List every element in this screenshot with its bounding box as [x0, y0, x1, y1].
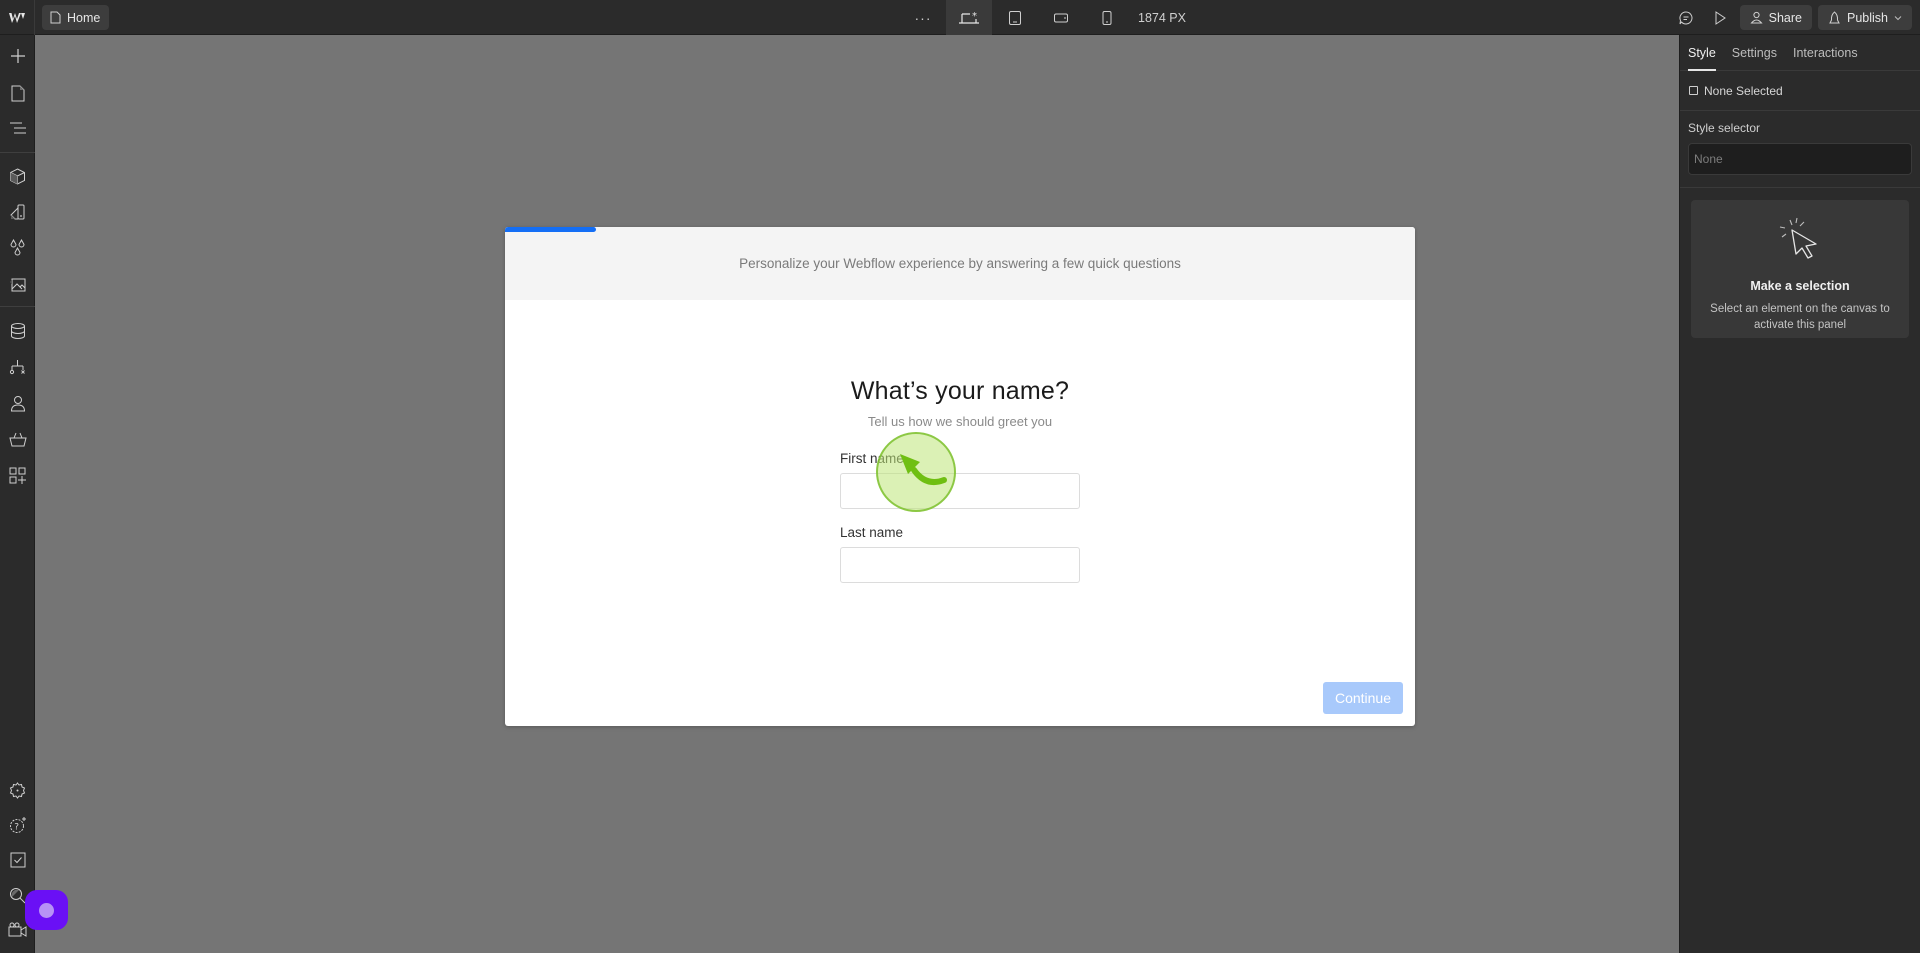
sidebar-divider — [0, 152, 35, 153]
left-sidebar: ? — [0, 35, 35, 953]
sidebar-item-help[interactable]: ? — [0, 810, 35, 840]
sidebar-item-ecommerce[interactable] — [0, 424, 35, 454]
sidebar-divider — [0, 306, 35, 307]
plus-icon — [10, 49, 25, 63]
chevron-down-icon — [1894, 15, 1902, 20]
last-name-label: Last name — [840, 525, 904, 540]
more-options-button[interactable]: ··· — [900, 0, 946, 35]
cursor-click-icon — [1779, 217, 1817, 259]
empty-selection-card: Make a selection Select an element on th… — [1691, 200, 1909, 338]
user-icon — [1750, 11, 1763, 24]
sidebar-item-navigator[interactable] — [0, 113, 35, 143]
click-indicator — [876, 432, 956, 512]
mobile-portrait-icon — [1102, 10, 1112, 25]
search-icon — [10, 887, 26, 903]
last-name-input[interactable] — [840, 547, 1080, 583]
sidebar-item-add[interactable] — [0, 41, 35, 71]
selection-label: None Selected — [1704, 83, 1783, 98]
element-icon — [1689, 86, 1698, 95]
preview-button[interactable] — [1706, 4, 1734, 32]
tablet-icon — [1009, 10, 1021, 25]
share-button[interactable]: Share — [1739, 5, 1812, 30]
navigator-icon — [9, 122, 26, 134]
continue-button[interactable]: Continue — [1322, 682, 1403, 714]
style-selector-input[interactable]: None — [1688, 143, 1912, 175]
onboarding-progress-bar — [505, 227, 1415, 232]
sidebar-item-variables[interactable] — [0, 197, 35, 227]
logic-flow-icon — [9, 359, 25, 374]
sidebar-item-pages[interactable] — [0, 78, 35, 108]
topbar-actions: Share Publish — [1672, 0, 1920, 35]
right-panel: Style Settings Interactions None Selecte… — [1679, 35, 1920, 953]
breakpoint-mobile-portrait-button[interactable] — [1084, 0, 1130, 35]
selection-indicator: None Selected — [1680, 71, 1920, 111]
onboarding-modal: Personalize your Webflow experience by a… — [505, 227, 1415, 726]
webflow-logo-icon — [9, 12, 25, 23]
sidebar-item-apps[interactable] — [0, 460, 35, 490]
modal-header-text: Personalize your Webflow experience by a… — [739, 256, 1181, 271]
apps-icon — [9, 467, 26, 484]
curved-arrow-icon — [900, 454, 947, 485]
publish-button[interactable]: Publish — [1818, 5, 1912, 30]
sidebar-item-style-manager[interactable] — [0, 233, 35, 263]
mobile-landscape-icon — [1054, 13, 1068, 22]
database-icon — [10, 323, 25, 339]
page-icon — [11, 85, 24, 101]
question-title: What’s your name? — [850, 377, 1070, 405]
webflow-logo-button[interactable] — [0, 0, 35, 35]
assistant-dot-icon — [39, 902, 54, 918]
onboarding-progress-fill — [505, 227, 596, 232]
breakpoint-mobile-landscape-button[interactable] — [1038, 0, 1084, 35]
rocket-icon — [1829, 10, 1840, 23]
sidebar-item-audits[interactable] — [0, 845, 35, 875]
cube-icon — [10, 167, 25, 185]
panel-tabs: Style Settings Interactions — [1680, 35, 1920, 71]
breakpoint-toolbar: ··· * 1874 PX — [900, 0, 1186, 35]
sidebar-item-cms[interactable] — [0, 316, 35, 346]
help-icon: ? — [9, 817, 26, 833]
svg-text:*: * — [972, 11, 977, 22]
breakpoint-desktop-button[interactable]: * — [946, 0, 992, 35]
style-selector-label: Style selector — [1688, 121, 1761, 135]
page-selector-button[interactable]: Home — [42, 5, 110, 30]
assistant-button[interactable] — [25, 890, 68, 930]
sidebar-item-assets[interactable] — [0, 269, 35, 299]
drops-icon — [10, 239, 25, 256]
more-icon: ··· — [914, 9, 932, 26]
modal-header: Personalize your Webflow experience by a… — [505, 227, 1415, 300]
canvas-width-readout: 1874 PX — [1138, 10, 1186, 25]
sidebar-item-logic[interactable] — [0, 352, 35, 382]
checkbox-icon — [10, 852, 25, 868]
question-subtitle: Tell us how we should greet you — [867, 414, 1053, 429]
gear-icon — [9, 781, 26, 799]
style-selector-section: Style selector None — [1680, 111, 1920, 188]
sidebar-item-users[interactable] — [0, 388, 35, 418]
share-label: Share — [1768, 10, 1802, 25]
publish-label: Publish — [1847, 10, 1888, 25]
play-icon — [1715, 10, 1726, 25]
users-icon — [10, 395, 25, 411]
empty-selection-text: Select an element on the canvas to activ… — [1710, 303, 1890, 331]
basket-icon — [8, 432, 27, 446]
sidebar-item-settings[interactable] — [0, 775, 35, 805]
empty-selection-title: Make a selection — [1750, 279, 1850, 293]
comment-icon — [1679, 10, 1693, 24]
tab-style[interactable]: Style — [1688, 35, 1716, 71]
breakpoint-tablet-button[interactable] — [992, 0, 1038, 35]
video-camera-icon — [8, 922, 27, 937]
page-selector-label: Home — [67, 10, 101, 25]
swatch-icon — [10, 204, 25, 219]
image-icon — [9, 278, 25, 291]
tab-interactions[interactable]: Interactions — [1793, 35, 1858, 71]
comments-button[interactable] — [1672, 4, 1700, 32]
desktop-star-icon: * — [959, 11, 979, 24]
tab-settings[interactable]: Settings — [1732, 35, 1777, 71]
page-icon — [50, 11, 61, 24]
top-bar: Home ··· * 1874 PX Share Publish — [0, 0, 1920, 35]
svg-text:?: ? — [14, 823, 19, 833]
sidebar-item-components[interactable] — [0, 161, 35, 191]
